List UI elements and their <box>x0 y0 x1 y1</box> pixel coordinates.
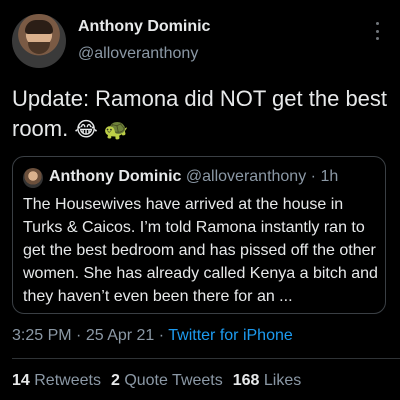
meta-separator: · <box>158 327 165 344</box>
quoted-tweet-card[interactable]: Anthony Dominic @alloveranthony · 1h The… <box>12 156 386 314</box>
meta-separator: · <box>76 327 82 344</box>
quoted-author-avatar <box>23 168 43 188</box>
quote-tweets-stat[interactable]: 2 Quote Tweets <box>111 372 223 389</box>
tweet-time[interactable]: 3:25 PM <box>12 327 72 344</box>
avatar-hair <box>25 20 53 34</box>
likes-count: 168 <box>232 372 260 389</box>
author-handle[interactable]: @alloveranthony <box>78 45 198 63</box>
tweet-stats: 14 Retweets 2 Quote Tweets 168 Likes <box>12 372 301 390</box>
quoted-tweet-header: Anthony Dominic @alloveranthony · 1h <box>49 168 338 186</box>
turtle-emoji: 🐢 <box>103 119 129 141</box>
retweets-count: 14 <box>12 372 30 389</box>
tweet-source-link[interactable]: Twitter for iPhone <box>168 327 293 344</box>
author-avatar[interactable] <box>12 14 66 68</box>
tweet-meta: 3:25 PM · 25 Apr 21 · Twitter for iPhone <box>12 327 293 345</box>
tweet-detail: Anthony Dominic @alloveranthony Update: … <box>0 0 400 400</box>
quoted-author-handle: @alloveranthony <box>185 168 307 185</box>
quoted-separator: · <box>310 168 316 185</box>
quoted-tweet-text: The Housewives have arrived at the house… <box>23 196 378 305</box>
quote-tweets-count: 2 <box>110 372 120 389</box>
quote-tweets-label: Quote Tweets <box>124 372 223 389</box>
retweets-stat[interactable]: 14 Retweets <box>12 372 101 389</box>
more-vertical-icon[interactable] <box>374 22 380 40</box>
quoted-time: 1h <box>320 168 339 185</box>
author-name[interactable]: Anthony Dominic <box>78 18 210 36</box>
quoted-author-name: Anthony Dominic <box>49 168 182 185</box>
divider <box>12 358 400 359</box>
avatar-beard <box>28 42 50 54</box>
likes-stat[interactable]: 168 Likes <box>233 372 302 389</box>
retweets-label: Retweets <box>34 372 101 389</box>
tweet-text: Update: Ramona did NOT get the best room… <box>12 84 392 145</box>
laughing-emoji: 😂 <box>74 119 98 141</box>
likes-label: Likes <box>263 372 302 389</box>
tweet-date[interactable]: 25 Apr 21 <box>86 327 155 344</box>
tweet-text-body: Update: Ramona did NOT get the best room… <box>12 86 388 141</box>
